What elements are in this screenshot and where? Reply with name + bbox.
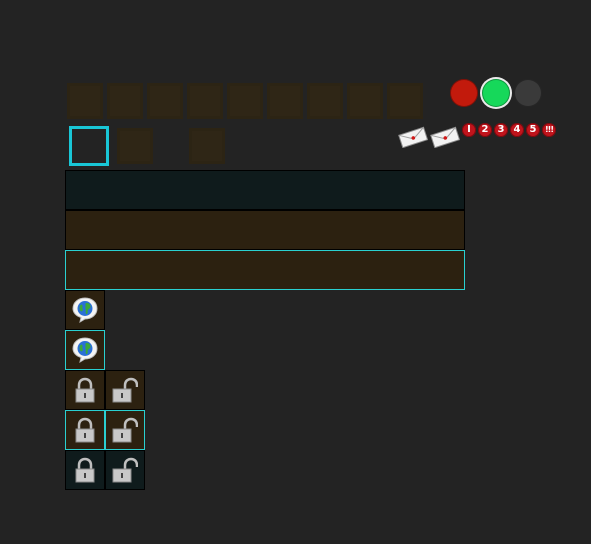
hotbar-slot-9[interactable] <box>387 83 423 119</box>
padlock-closed-icon <box>75 457 95 483</box>
badge-5: 5 <box>526 123 540 137</box>
selected-slot[interactable] <box>69 126 109 166</box>
lock-open-tile[interactable] <box>105 370 145 410</box>
badge-2: 2 <box>478 123 492 137</box>
status-dot-gray[interactable] <box>514 79 542 107</box>
hotbar-slot-6[interactable] <box>267 83 303 119</box>
envelope-icon[interactable] <box>430 126 461 149</box>
padlock-closed-icon <box>75 417 95 443</box>
envelope-icon[interactable] <box>398 126 429 149</box>
globe-speech-bubble-icon <box>72 297 98 324</box>
badge-alert: !!! <box>542 123 556 137</box>
lock-closed-tile-selected[interactable] <box>65 410 105 450</box>
padlock-open-icon <box>112 417 138 443</box>
hotbar-slot-3[interactable] <box>147 83 183 119</box>
lock-closed-tile-dark[interactable] <box>65 450 105 490</box>
hotbar <box>67 81 427 119</box>
hotbar-slot-8[interactable] <box>347 83 383 119</box>
wide-bar-brown[interactable] <box>65 210 465 250</box>
lock-closed-tile[interactable] <box>65 370 105 410</box>
badge-4: 4 <box>510 123 524 137</box>
slot-secondary-2[interactable] <box>189 128 225 164</box>
badge-1: I <box>462 123 476 137</box>
globe-speech-tile-selected[interactable] <box>65 330 105 370</box>
wide-bar-selected[interactable] <box>65 250 465 290</box>
hotbar-slot-2[interactable] <box>107 83 143 119</box>
slot-secondary-1[interactable] <box>117 128 153 164</box>
padlock-open-icon <box>112 457 138 483</box>
lock-open-tile-dark[interactable] <box>105 450 145 490</box>
hotbar-slot-4[interactable] <box>187 83 223 119</box>
status-dot-red[interactable] <box>450 79 478 107</box>
hotbar-slot-1[interactable] <box>67 83 103 119</box>
lock-open-tile-selected[interactable] <box>105 410 145 450</box>
padlock-closed-icon <box>75 377 95 403</box>
hotbar-slot-7[interactable] <box>307 83 343 119</box>
globe-speech-bubble-icon <box>72 337 98 364</box>
wide-bar-dark[interactable] <box>65 170 465 210</box>
badge-3: 3 <box>494 123 508 137</box>
globe-speech-tile[interactable] <box>65 290 105 330</box>
padlock-open-icon <box>112 377 138 403</box>
hotbar-slot-5[interactable] <box>227 83 263 119</box>
status-dot-green[interactable] <box>482 79 510 107</box>
